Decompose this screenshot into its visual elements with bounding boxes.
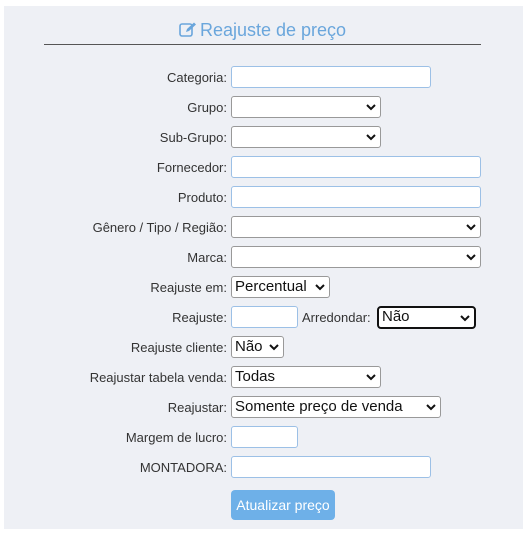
marca-label: Marca: [187,250,227,265]
reajuste-label: Reajuste: [172,310,227,325]
montadora-input[interactable] [231,456,431,478]
chevron-down-icon [315,277,325,297]
reajuste-input[interactable] [231,306,298,328]
tabela-venda-value: Todas [235,368,276,385]
montadora-label: MONTADORA: [139,460,227,475]
row-categoria: Categoria: [4,65,523,91]
panel-header: Reajuste de preço [44,18,481,45]
reajuste-em-label: Reajuste em: [150,280,227,295]
produto-label: Produto: [177,190,227,205]
row-montadora: MONTADORA: [4,455,523,481]
arredondar-value: Não [382,308,410,325]
reajuste-em-value: Percentual [235,278,307,295]
arredondar-select[interactable]: Não [377,306,476,329]
reajustar-label: Reajustar: [167,400,227,415]
tabela-venda-select[interactable]: Todas [231,366,381,388]
row-reajuste: Reajuste: Arredondar: Não [4,305,523,331]
row-reajuste-em: Reajuste em: Percentual [4,275,523,301]
reajustar-select[interactable]: Somente preço de venda [231,396,441,418]
row-reajuste-cliente: Reajuste cliente: Não [4,335,523,361]
chevron-down-icon [426,397,436,417]
reajuste-panel: Reajuste de preço Categoria: Grupo: Sub-… [4,6,523,529]
chevron-down-icon [366,367,376,387]
fornecedor-input[interactable] [231,156,481,178]
reajuste-cliente-label: Reajuste cliente: [130,340,227,355]
chevron-down-icon [366,97,376,117]
marca-select[interactable] [231,246,481,268]
chevron-down-icon [466,247,476,267]
row-grupo: Grupo: [4,95,523,121]
genero-select[interactable] [231,216,481,238]
row-subgrupo: Sub-Grupo: [4,125,523,151]
grupo-select[interactable] [231,96,381,118]
categoria-label: Categoria: [167,70,227,85]
reajuste-cliente-value: Não [235,338,263,355]
chevron-down-icon [269,337,279,357]
chevron-down-icon [466,217,476,237]
row-reajustar: Reajustar: Somente preço de venda [4,395,523,421]
chevron-down-icon [366,127,376,147]
chevron-down-icon [460,308,470,327]
margem-input[interactable] [231,426,298,448]
margem-label: Margem de lucro: [125,430,227,445]
reajuste-cliente-select[interactable]: Não [231,336,284,358]
subgrupo-label: Sub-Grupo: [159,130,227,145]
arredondar-label: Arredondar: [302,310,371,325]
atualizar-preco-button[interactable]: Atualizar preço [231,490,335,520]
row-tabela-venda: Reajustar tabela venda: Todas [4,365,523,391]
page-title: Reajuste de preço [199,20,347,40]
row-produto: Produto: [4,185,523,211]
grupo-label: Grupo: [187,100,227,115]
row-margem: Margem de lucro: [4,425,523,451]
row-genero: Gênero / Tipo / Região: [4,215,523,241]
produto-input[interactable] [231,186,481,208]
genero-label: Gênero / Tipo / Região: [92,220,227,235]
reajustar-value: Somente preço de venda [235,398,403,415]
edit-icon [179,20,197,44]
tabela-venda-label: Reajustar tabela venda: [89,370,227,385]
fornecedor-label: Fornecedor: [156,160,227,175]
categoria-input[interactable] [231,66,431,88]
row-marca: Marca: [4,245,523,271]
row-fornecedor: Fornecedor: [4,155,523,181]
subgrupo-select[interactable] [231,126,381,148]
reajuste-em-select[interactable]: Percentual [231,276,330,298]
